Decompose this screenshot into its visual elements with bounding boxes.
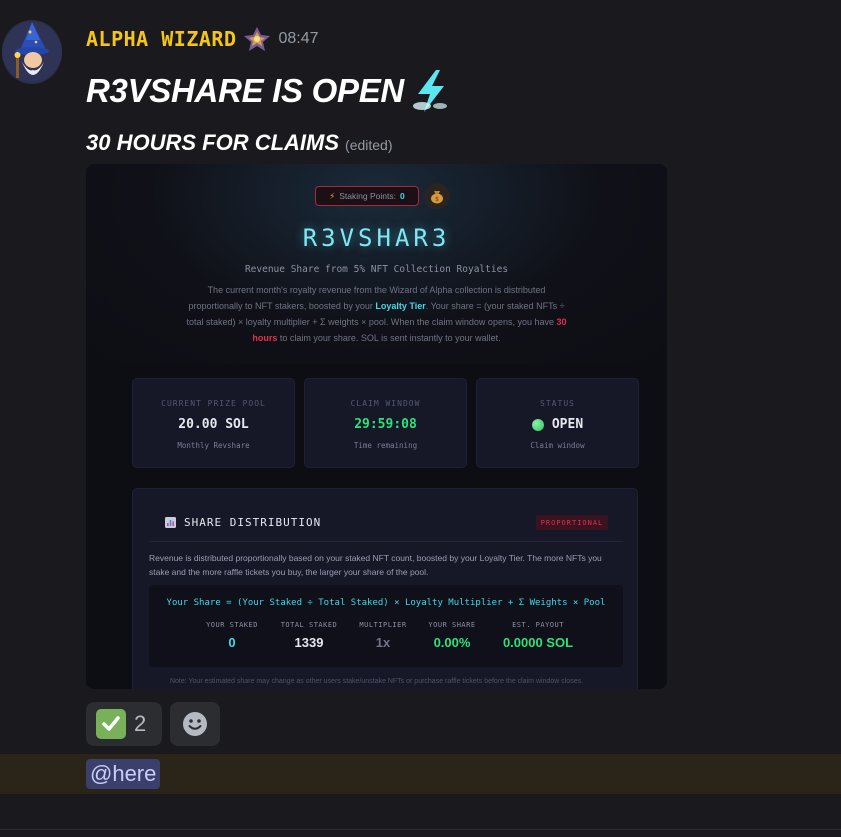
stat-value: 29:59:08: [354, 417, 417, 432]
here-mention[interactable]: @here: [86, 759, 161, 789]
gem-badge-icon: [243, 26, 271, 52]
stat-value: OPEN: [551, 417, 584, 432]
share-formula: Your Share = (Your Staked ÷ Total Staked…: [166, 598, 606, 608]
desc-loyalty-tier: Loyalty Tier: [375, 301, 426, 311]
status-dot-icon: [531, 418, 544, 431]
mention-message: @here: [0, 754, 841, 794]
stat-label: CURRENT PRIZE POOL: [161, 399, 266, 408]
col-label: YOUR SHARE: [428, 621, 476, 629]
staking-value: 0: [399, 191, 405, 201]
add-reaction-button[interactable]: [170, 702, 220, 746]
distribution-text: Revenue is distributed proportionally ba…: [149, 553, 602, 577]
col-value: 1339: [294, 635, 324, 650]
col-label: MULTIPLIER: [359, 621, 407, 629]
col-value: 0: [228, 635, 236, 650]
brand-title: R3VSHAR3: [302, 224, 451, 252]
stat-sub: Monthly Revshare: [177, 441, 250, 450]
reactions-bar: 2: [86, 702, 220, 746]
stat-value-row: OPEN: [477, 417, 638, 432]
status-card: STATUS OPEN Claim window: [476, 378, 639, 468]
proportional-badge: PROPORTIONAL: [536, 515, 608, 530]
col-value: 0.0000 SOL: [502, 635, 574, 650]
col-total-staked: TOTAL STAKED 1339: [263, 621, 355, 650]
col-label: EST. PAYOUT: [512, 621, 564, 629]
divider: [0, 829, 841, 830]
bolt-icon: ⚡: [329, 190, 336, 201]
share-distribution-panel: SHARE DISTRIBUTION PROPORTIONAL Revenue …: [132, 488, 638, 689]
prize-pool-card: CURRENT PRIZE POOL 20.00 SOL Monthly Rev…: [132, 378, 295, 468]
col-multiplier: MULTIPLIER 1x: [355, 621, 411, 650]
check-reaction-button[interactable]: 2: [86, 702, 162, 746]
staking-label: Staking Points:: [339, 191, 396, 201]
distribution-title: SHARE DISTRIBUTION: [184, 516, 322, 529]
col-value: 1x: [375, 635, 391, 650]
estimate-note: Note: Your estimated share may change as…: [169, 678, 584, 685]
staking-points-pill: ⚡ Staking Points: 0: [315, 186, 419, 206]
stat-value: 20.00 SOL: [178, 417, 249, 432]
smiley-icon: [183, 712, 207, 736]
message-timestamp: 08:47: [278, 30, 319, 47]
brand-tagline: Revenue Share from 5% NFT Collection Roy…: [244, 264, 509, 275]
col-est-payout: EST. PAYOUT 0.0000 SOL: [493, 621, 583, 650]
stat-label: STATUS: [540, 399, 575, 408]
message-header: ALPHA WIZARD 08:47: [86, 26, 319, 52]
lightning-icon: [412, 70, 447, 112]
stats-row: CURRENT PRIZE POOL 20.00 SOL Monthly Rev…: [132, 378, 639, 468]
reaction-count: 2: [134, 711, 147, 736]
bar-chart-icon: [165, 517, 176, 528]
message-title: R3VSHARE IS OPEN: [86, 68, 452, 114]
wizard-avatar-image: [2, 22, 62, 82]
money-bag-icon: $: [424, 183, 450, 209]
message-title-text: R3VSHARE IS OPEN: [86, 72, 404, 109]
message-subtitle-text: 30 HOURS FOR CLAIMS: [86, 130, 340, 155]
stat-sub: Claim window: [530, 441, 585, 450]
share-columns: YOUR STAKED 0 TOTAL STAKED 1339 MULTIPLI…: [201, 621, 583, 650]
username[interactable]: ALPHA WIZARD: [86, 27, 237, 51]
edited-label: (edited): [345, 137, 393, 153]
wizard-avatar[interactable]: [2, 20, 62, 84]
col-label: TOTAL STAKED: [280, 621, 338, 629]
svg-text:$: $: [435, 196, 439, 203]
col-your-share: YOUR SHARE 0.00%: [411, 621, 493, 650]
distribution-header: SHARE DISTRIBUTION: [165, 516, 321, 529]
col-label: YOUR STAKED: [206, 621, 258, 629]
check-mark-icon: [96, 709, 126, 739]
revshare-image[interactable]: ⚡ Staking Points: 0 $ R3VSHAR3 Revenue S…: [86, 164, 667, 689]
stat-sub: Time remaining: [353, 441, 418, 450]
stat-label: CLAIM WINDOW: [350, 399, 421, 408]
chat-message: ALPHA WIZARD 08:47 R3VSHARE IS OPEN 30 H…: [0, 0, 841, 752]
divider: [149, 541, 623, 542]
claim-window-card: CLAIM WINDOW 29:59:08 Time remaining: [304, 378, 467, 468]
revshare-description: The current month's royalty revenue from…: [181, 282, 572, 346]
message-subtitle: 30 HOURS FOR CLAIMS (edited): [86, 130, 393, 156]
desc-text-3: to claim your share. SOL is sent instant…: [277, 333, 501, 343]
col-value: 0.00%: [433, 635, 471, 650]
col-your-staked: YOUR STAKED 0: [201, 621, 263, 650]
formula-box: Your Share = (Your Staked ÷ Total Staked…: [149, 585, 623, 667]
